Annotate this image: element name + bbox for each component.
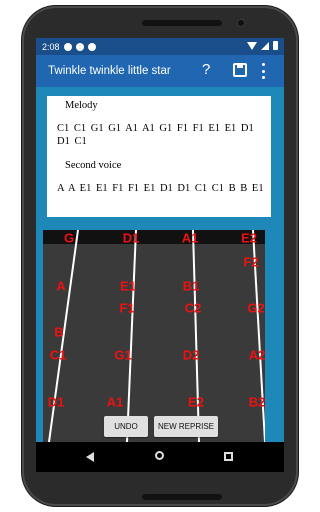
melody-heading: Melody	[65, 100, 98, 111]
note-label[interactable]: E1	[120, 279, 136, 294]
new-reprise-button[interactable]: NEW REPRISE	[154, 416, 218, 437]
second-voice-heading: Second voice	[65, 160, 122, 171]
note-label[interactable]: G1	[114, 348, 131, 363]
second-voice-notes: A A E1 E1 F1 F1 E1 D1 D1 C1 C1 B B E1	[57, 183, 264, 194]
undo-button[interactable]: UNDO	[104, 416, 148, 437]
fretboard[interactable]: G D1 A1 E2 F2 A E1 B1 F1 C2 G2 B C1 G1 D2 A2 D1 A1 E2 B2	[43, 230, 265, 442]
notification-icon	[63, 42, 72, 51]
note-label[interactable]: C2	[185, 301, 202, 316]
signal-icon	[261, 41, 269, 50]
note-label[interactable]: B2	[249, 395, 266, 410]
app-title: Twinkle twinkle little star	[48, 65, 171, 77]
camera-icon	[236, 18, 246, 28]
note-label[interactable]: A	[56, 279, 65, 294]
score-text-card: Melody C1 C1 G1 G1 A1 A1 G1 F1 F1 E1 E1 …	[47, 96, 271, 217]
speaker-grille	[142, 20, 222, 26]
wifi-icon	[247, 41, 257, 50]
note-label[interactable]: A2	[249, 348, 266, 363]
note-label[interactable]: G	[64, 231, 74, 246]
note-label[interactable]: B	[54, 325, 63, 340]
fretboard-strings	[48, 230, 265, 442]
status-bar: 2:08	[36, 38, 284, 55]
note-label[interactable]: E2	[241, 231, 257, 246]
navigation-bar	[36, 442, 284, 472]
note-label[interactable]: B1	[183, 279, 200, 294]
note-label[interactable]: A1	[182, 231, 199, 246]
note-label[interactable]: A1	[107, 395, 124, 410]
string-line	[126, 230, 137, 442]
home-icon[interactable]	[155, 451, 164, 460]
note-label[interactable]: E2	[188, 395, 204, 410]
note-label[interactable]: C1	[50, 348, 67, 363]
speaker-grille-bottom	[142, 494, 222, 500]
back-icon[interactable]	[86, 452, 94, 462]
more-options-icon[interactable]	[262, 63, 265, 79]
screen: 2:08 Twinkle twinkle little star ? Melod…	[36, 38, 284, 472]
note-label[interactable]: D2	[183, 348, 200, 363]
note-label[interactable]: D1	[48, 395, 65, 410]
recent-apps-icon[interactable]	[224, 452, 233, 461]
note-label[interactable]: D1	[123, 231, 140, 246]
note-label[interactable]: G2	[247, 301, 264, 316]
note-label[interactable]: F2	[243, 255, 258, 270]
app-bar: Twinkle twinkle little star ?	[36, 55, 284, 87]
notification-icon	[75, 42, 84, 51]
melody-notes: C1 C1 G1 G1 A1 A1 G1 F1 F1 E1 E1 D1 D1 C…	[57, 123, 254, 147]
status-time: 2:08	[42, 41, 60, 52]
string-line	[192, 230, 200, 442]
notification-icon	[87, 42, 96, 51]
save-icon[interactable]	[233, 63, 247, 77]
battery-icon	[273, 41, 278, 50]
help-icon[interactable]: ?	[202, 61, 210, 78]
note-label[interactable]: F1	[119, 301, 134, 316]
